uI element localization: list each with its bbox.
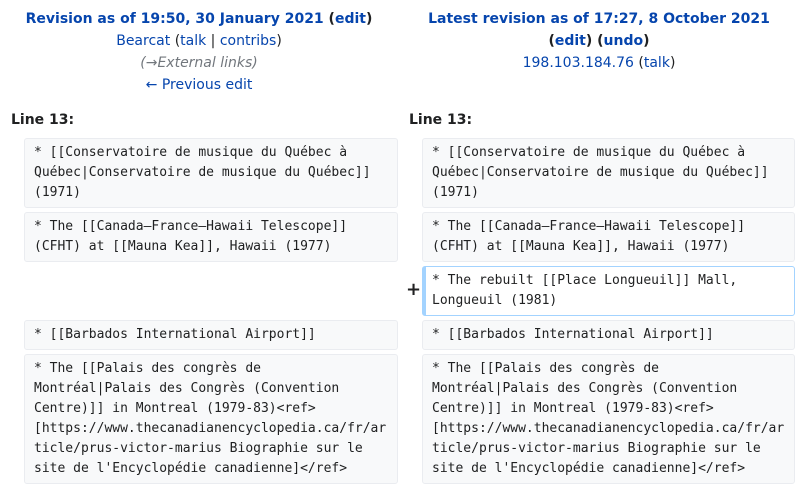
- added-line-marker: +: [406, 279, 422, 300]
- right-revision-link[interactable]: Latest revision as of 17:27, 8 October 2…: [428, 11, 770, 27]
- left-talk-link[interactable]: talk: [180, 33, 206, 49]
- right-revision-header: Latest revision as of 17:27, 8 October 2…: [400, 8, 798, 74]
- right-diff-line: * [[Conservatoire de musique du Québec à…: [422, 138, 795, 208]
- left-revision-header: Revision as of 19:50, 30 January 2021 (e…: [0, 8, 398, 96]
- left-user-link[interactable]: Bearcat: [116, 33, 170, 49]
- undo-link[interactable]: undo: [604, 33, 644, 49]
- left-edit-link[interactable]: edit: [335, 11, 366, 27]
- right-line-number: Line 13:: [409, 112, 473, 128]
- right-diff-line: * The [[Canada–France–Hawaii Telescope]]…: [422, 212, 795, 262]
- left-edit-summary: (→External links): [140, 55, 258, 71]
- left-contribs-link[interactable]: contribs: [220, 33, 276, 49]
- added-diff-line: * The rebuilt [[Place Longueuil]] Mall, …: [422, 266, 795, 316]
- left-diff-line: * The [[Palais des congrès de Montréal|P…: [24, 354, 398, 484]
- previous-edit-link[interactable]: ← Previous edit: [146, 77, 253, 93]
- left-revision-title-line: Revision as of 19:50, 30 January 2021 (e…: [25, 11, 373, 27]
- right-edit-link[interactable]: edit: [555, 33, 586, 49]
- right-actions-line: (edit) (undo): [548, 33, 650, 49]
- right-talk-link[interactable]: talk: [644, 55, 670, 71]
- left-diff-line: * [[Conservatoire de musique du Québec à…: [24, 138, 398, 208]
- left-diff-line: * [[Barbados International Airport]]: [24, 320, 398, 350]
- left-revision-link[interactable]: Revision as of 19:50, 30 January 2021: [26, 11, 324, 27]
- right-user-line: 198.103.184.76 (talk): [522, 55, 676, 71]
- right-diff-line: * The [[Palais des congrès de Montréal|P…: [422, 354, 795, 484]
- right-revision-title-line: Latest revision as of 17:27, 8 October 2…: [400, 8, 798, 30]
- left-line-number: Line 13:: [11, 112, 75, 128]
- right-user-link[interactable]: 198.103.184.76: [523, 55, 634, 71]
- right-diff-line: * [[Barbados International Airport]]: [422, 320, 795, 350]
- left-user-line: Bearcat (talk | contribs): [116, 33, 282, 49]
- left-diff-line: * The [[Canada–France–Hawaii Telescope]]…: [24, 212, 398, 262]
